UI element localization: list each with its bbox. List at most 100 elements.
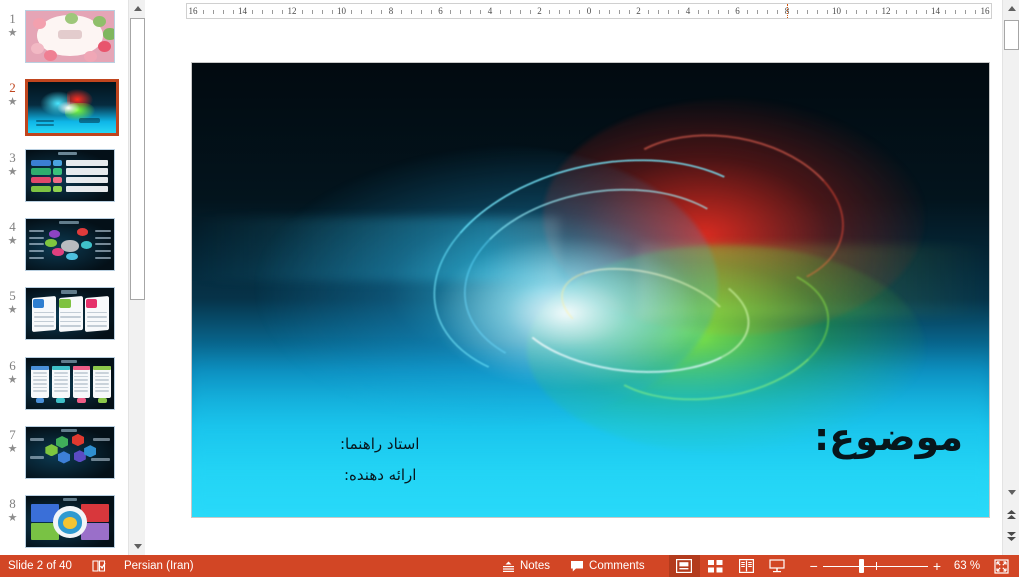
card-badge [33,299,45,308]
thumbnail-slide-5-row[interactable]: 5 ★ [0,287,128,356]
zoom-level-label[interactable]: 63 % [946,555,988,577]
ruler-minor-tick [876,10,878,14]
slide-title-text[interactable]: موضوع: [814,415,963,459]
card-line [60,311,81,314]
mini-title [62,497,78,501]
column-line [33,390,48,392]
column-line [74,386,89,389]
ruler-minor-tick [826,10,828,14]
thumbnail-image-slide-2[interactable] [25,79,119,137]
thumbnail-image-slide-6[interactable] [25,356,115,410]
ruler-tick-label: 6 [735,6,740,16]
thumbnail-image-slide-5[interactable] [25,287,115,341]
next-slide-button[interactable] [1003,528,1019,545]
thumbnail-slide-3-row[interactable]: 3 ★ [0,148,128,218]
comment-bubble-icon [571,560,584,571]
thumbnail-meta: 3 ★ [0,149,25,178]
card-line [60,325,81,327]
label [94,256,112,259]
previous-slide-button[interactable] [1003,506,1019,523]
thumbnail-image-slide-1[interactable] [25,10,115,63]
thumbnail-image-slide-7[interactable] [25,425,115,479]
ruler-minor-tick [460,10,462,14]
column-line [53,383,68,385]
scroll-up-button[interactable] [1003,0,1019,17]
ruler-minor-tick [915,10,917,14]
thumbnail-number: 6 [9,357,16,373]
column-head [93,366,111,370]
thumbnail-slide-2-row[interactable]: 2 ★ [0,79,128,148]
ruler-minor-tick [529,10,531,14]
column-head [51,366,70,370]
thumbnail-scroll-down-button[interactable] [129,538,146,555]
thumbnail-scrollbar[interactable] [128,0,146,555]
view-button-slide-sorter[interactable] [700,555,731,577]
fit-to-window-button[interactable] [988,555,1019,577]
thumbnail-image-slide-3[interactable] [25,148,115,202]
view-button-slide-show[interactable] [762,555,793,577]
notes-button[interactable]: Notes [496,555,556,577]
ruler-minor-tick [678,10,680,14]
view-button-normal[interactable] [668,555,700,577]
thumbnail-slide-7-row[interactable]: 7 ★ [0,425,128,495]
thumbnail-slide-6-row[interactable]: 6 ★ [0,356,128,426]
chevron-up-icon [133,6,142,11]
ruler-indent-marker[interactable] [787,4,788,18]
card-badge [59,299,71,308]
list-icon [53,177,63,184]
supervisor-text[interactable]: استاد راهنما: [340,435,419,453]
slide-editing-area[interactable]: موضوع: استاد راهنما: ارائه دهنده: [151,22,995,555]
ruler-minor-tick [222,10,224,14]
slide-counter[interactable]: Slide 2 of 40 [0,555,78,577]
ruler-minor-tick [262,10,264,14]
column-foot [35,398,45,403]
slide-vertical-scrollbar[interactable] [1002,0,1019,555]
ruler-minor-tick [925,10,927,14]
column-line [74,372,89,374]
list-icon [53,159,63,166]
slide-show-icon [769,559,785,573]
ruler-minor-tick [311,10,313,14]
scrollbar-thumb[interactable] [1004,20,1019,50]
thumbnail-scrollbar-thumb[interactable] [130,18,145,300]
hex-node [55,435,69,449]
zoom-slider-handle[interactable] [858,559,864,573]
zoom-out-button[interactable]: − [805,555,823,577]
animation-star-icon: ★ [7,165,18,178]
animation-star-icon: ★ [7,234,18,247]
chevron-down-icon [133,544,142,549]
thumbnail-number: 4 [9,218,16,234]
view-button-reading[interactable] [731,555,762,577]
column-line [53,386,68,389]
scroll-down-button[interactable] [1003,484,1019,501]
thumbnail-slide-8-row[interactable]: 8 ★ [0,495,128,555]
language-status[interactable]: Persian (Iran) [112,555,200,577]
column-head [31,366,49,370]
mini-slide-art [26,149,114,201]
comments-button[interactable]: Comments [556,555,651,577]
ruler-minor-tick [450,10,452,14]
ruler-minor-tick [707,10,709,14]
thumbnail-slide-1-row[interactable]: 1 ★ [0,10,128,79]
zoom-slider[interactable] [822,555,928,577]
thumbnail-scroll-up-button[interactable] [129,0,146,17]
thumbnail-image-slide-8[interactable] [25,495,115,549]
ruler-minor-tick [519,10,521,14]
thumbnail-image-slide-4[interactable] [25,217,115,271]
horizontal-ruler[interactable]: 16 14 12 10 8 6 4 2 0 2 4 6 8 10 12 14 16 [186,3,992,19]
proofing-status-button[interactable] [78,555,112,577]
spell-check-icon [92,559,106,572]
label [29,438,45,441]
zoom-in-button[interactable]: + [928,555,946,577]
slide-thumbnail-pane[interactable]: 1 ★ 2 ★ 3 ★ 4 ★ 5 ★ 6 ★ 7 ★ 8 ★ [0,0,128,555]
ruler-minor-tick [905,10,907,14]
thumbnail-number: 7 [9,426,16,442]
ruler-minor-tick [569,10,571,14]
column-line [74,390,89,392]
thumbnail-meta: 1 ★ [0,10,25,40]
powerpoint-window: 1 ★ 2 ★ 3 ★ 4 ★ 5 ★ 6 ★ 7 ★ 8 ★ 16 14 12 10 8 6 4 2 0 2 4 6 8 10 12 14… [0,0,1019,577]
slide-canvas[interactable]: موضوع: استاد راهنما: ارائه دهنده: [191,62,990,518]
presenter-text[interactable]: ارائه دهنده: [344,466,416,484]
thumbnail-slide-4-row[interactable]: 4 ★ [0,217,128,287]
label [28,236,44,239]
